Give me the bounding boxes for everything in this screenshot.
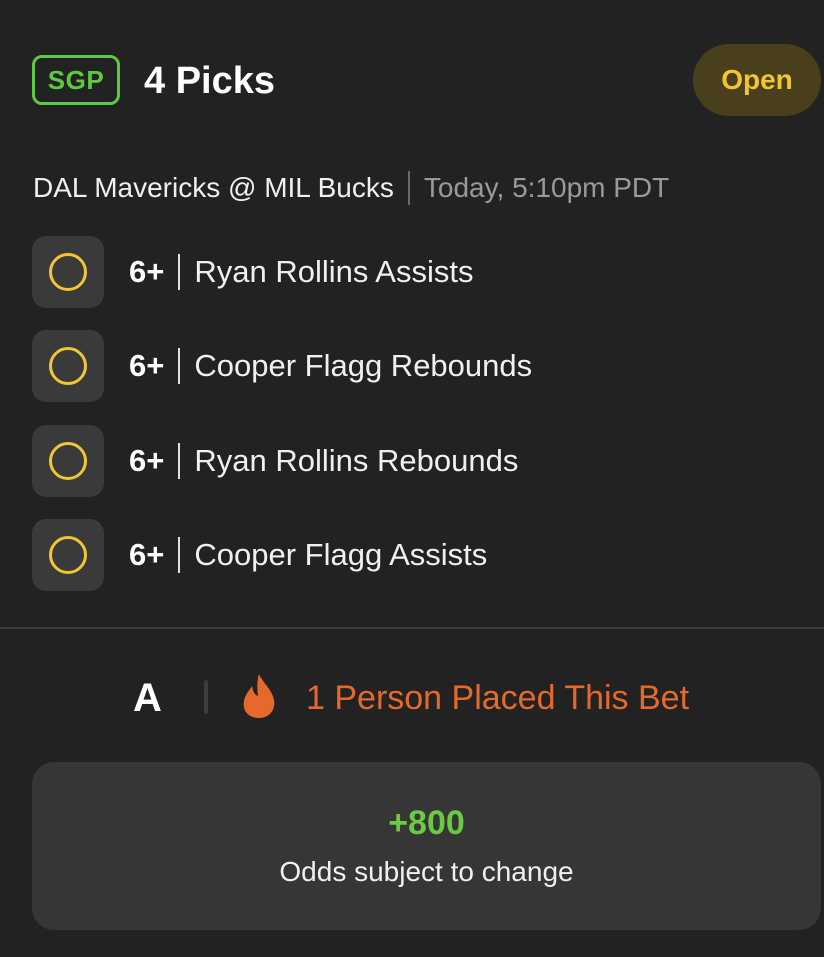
- pick-text: 6+ Ryan Rollins Assists: [129, 236, 473, 308]
- pending-circle-icon: [49, 442, 87, 480]
- game-time: Today, 5:10pm PDT: [423, 172, 670, 203]
- pick-status: [32, 330, 104, 402]
- social-divider: [204, 680, 208, 714]
- pick-description: Ryan Rollins Assists: [194, 254, 474, 289]
- pick-row[interactable]: 6+ Cooper Flagg Assists: [32, 519, 792, 591]
- odds-note: Odds subject to change: [279, 856, 574, 887]
- pick-status: [32, 236, 104, 308]
- pick-row[interactable]: 6+ Cooper Flagg Rebounds: [32, 330, 792, 402]
- status-badge: Open: [693, 44, 821, 116]
- pending-circle-icon: [49, 536, 87, 574]
- odds-panel[interactable]: +800 Odds subject to change: [32, 762, 821, 930]
- game-divider: [407, 171, 410, 205]
- pick-divider: [178, 348, 181, 384]
- section-divider: [0, 627, 824, 629]
- sgp-badge: SGP: [32, 55, 120, 105]
- pick-description: Cooper Flagg Assists: [194, 537, 488, 572]
- odds-value: +800: [388, 804, 465, 842]
- game-matchup: DAL Mavericks @ MIL Bucks: [33, 172, 394, 203]
- pick-divider: [178, 443, 181, 479]
- bet-grade: A: [133, 675, 162, 720]
- picks-title: 4 Picks: [144, 59, 275, 102]
- pick-row[interactable]: 6+ Ryan Rollins Assists: [32, 236, 792, 308]
- pick-status: [32, 425, 104, 497]
- pick-status: [32, 519, 104, 591]
- pick-line: 6+: [129, 537, 165, 572]
- pick-divider: [178, 254, 181, 290]
- pick-divider: [178, 537, 181, 573]
- pick-description: Ryan Rollins Rebounds: [194, 443, 519, 478]
- pick-text: 6+ Cooper Flagg Rebounds: [129, 330, 532, 402]
- pick-line: 6+: [129, 443, 165, 478]
- pick-line: 6+: [129, 348, 165, 383]
- pick-line: 6+: [129, 254, 165, 289]
- pending-circle-icon: [49, 253, 87, 291]
- pick-text: 6+ Ryan Rollins Rebounds: [129, 425, 518, 497]
- flame-icon: [243, 674, 275, 718]
- pick-description: Cooper Flagg Rebounds: [194, 348, 533, 383]
- pick-row[interactable]: 6+ Ryan Rollins Rebounds: [32, 425, 792, 497]
- game-info: DAL Mavericks @ MIL Bucks Today, 5:10pm …: [33, 168, 669, 208]
- pick-text: 6+ Cooper Flagg Assists: [129, 519, 487, 591]
- bet-card[interactable]: SGP 4 Picks Open DAL Mavericks @ MIL Buc…: [0, 0, 824, 957]
- placed-bet-count: 1 Person Placed This Bet: [306, 678, 690, 717]
- pending-circle-icon: [49, 347, 87, 385]
